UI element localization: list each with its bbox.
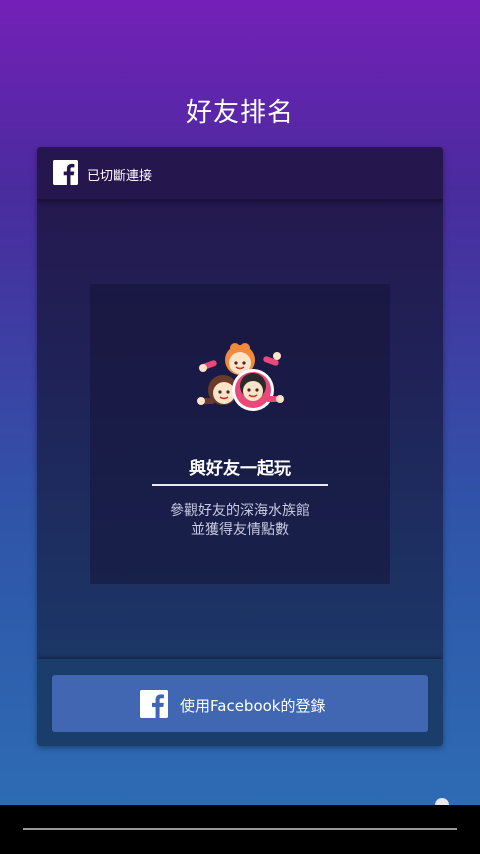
facebook-login-label: 使用Facebook的登錄 bbox=[180, 697, 326, 715]
divider bbox=[152, 484, 328, 486]
connection-status-text: 已切斷連接 bbox=[87, 169, 153, 184]
connection-status-bar: 已切斷連接 bbox=[37, 147, 443, 199]
description-line: 並獲得友情點數 bbox=[191, 522, 289, 538]
facebook-login-button[interactable]: 使用Facebook的登錄 bbox=[52, 675, 428, 732]
page-title: 好友排名 bbox=[185, 98, 294, 128]
card-description: 參觀好友的深海水族館 並獲得友情點數 bbox=[90, 502, 390, 540]
description-line: 參觀好友的深海水族館 bbox=[170, 503, 310, 519]
friends-ranking-panel: 已切斷連接 與好友一起玩 參觀好友的深海水族館 並獲得友情點數 使用Facebo… bbox=[37, 147, 443, 746]
invite-friends-card: 與好友一起玩 參觀好友的深海水族館 並獲得友情點數 bbox=[90, 284, 390, 584]
card-title: 與好友一起玩 bbox=[189, 459, 291, 479]
panel-footer: 使用Facebook的登錄 bbox=[37, 659, 443, 746]
gesture-handle[interactable] bbox=[23, 828, 457, 830]
facebook-icon bbox=[53, 160, 78, 185]
facebook-icon bbox=[140, 690, 168, 718]
friends-avatar-icon bbox=[195, 338, 285, 418]
system-nav-bar bbox=[0, 805, 480, 854]
